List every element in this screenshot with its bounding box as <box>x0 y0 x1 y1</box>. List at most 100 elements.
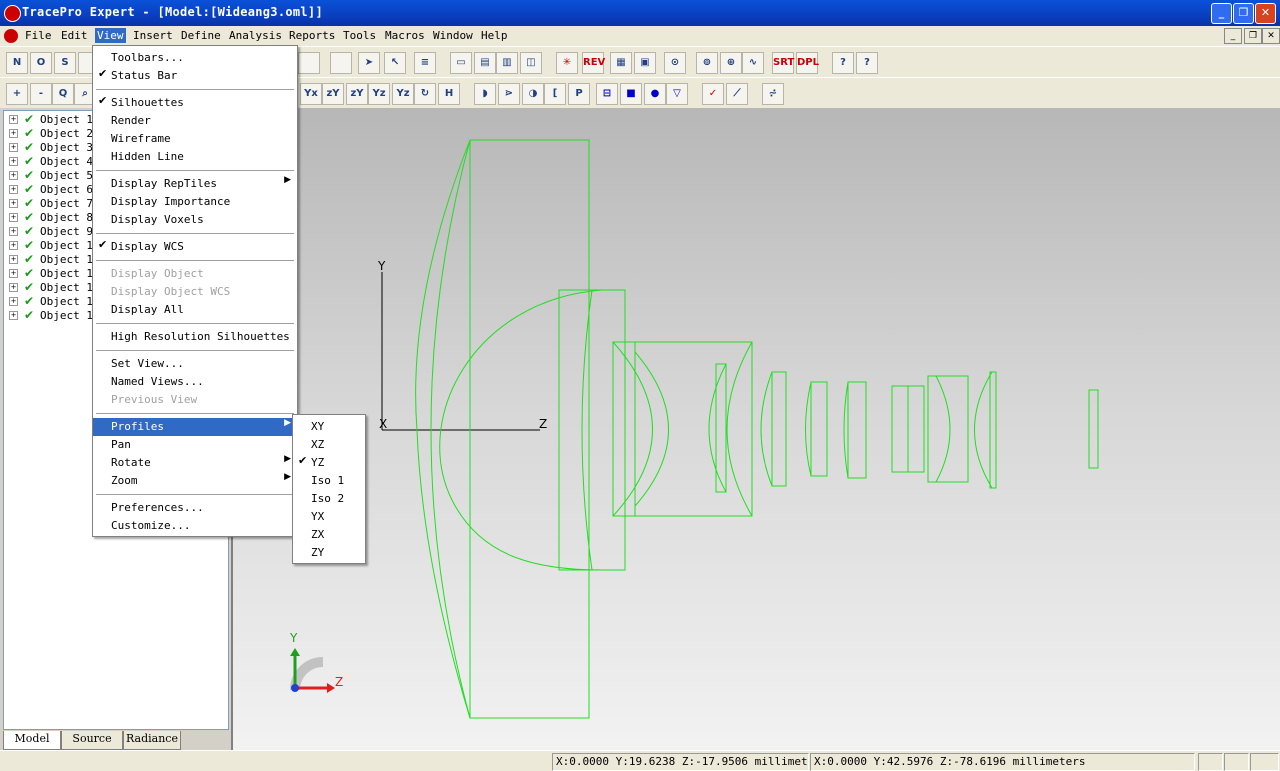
menu-item-set-view[interactable]: Set View... <box>93 355 297 373</box>
zoom-in-icon[interactable]: + <box>6 83 28 105</box>
menu-item-toolbars[interactable]: Toolbars... <box>93 49 297 67</box>
sphere-icon[interactable]: ● <box>644 83 666 105</box>
tab-model[interactable]: Model <box>3 731 61 750</box>
zoom-window-icon[interactable]: Q <box>52 83 74 105</box>
reflector-icon[interactable]: ▽ <box>666 83 688 105</box>
mdi-restore-button[interactable]: ❐ <box>1244 28 1262 44</box>
profile-iso-1[interactable]: Iso 1 <box>293 472 365 490</box>
menu-item-high-resolution-silhouettes[interactable]: High Resolution Silhouettes <box>93 328 297 346</box>
menu-item-silhouettes[interactable]: ✔ Silhouettes <box>93 94 297 112</box>
expand-icon[interactable]: + <box>9 297 18 306</box>
document-icon[interactable] <box>4 29 18 43</box>
mdi-minimize-button[interactable]: _ <box>1224 28 1242 44</box>
minimize-button[interactable]: _ <box>1211 3 1232 24</box>
expand-icon[interactable]: + <box>9 227 18 236</box>
expand-icon[interactable]: + <box>9 185 18 194</box>
element-icon[interactable]: ◑ <box>522 83 544 105</box>
menu-item-preferences[interactable]: Preferences... <box>93 499 297 517</box>
tracepro-app-icon[interactable] <box>4 5 21 22</box>
zoom-out-icon[interactable]: - <box>30 83 52 105</box>
menu-item-pan[interactable]: Pan <box>93 436 297 454</box>
menu-insert[interactable]: Insert <box>133 29 173 42</box>
menu-file[interactable]: File <box>25 29 52 42</box>
expand-icon[interactable]: + <box>9 255 18 264</box>
window-cascade-icon[interactable]: ▤ <box>474 52 496 74</box>
view-yz-icon[interactable]: Yz <box>368 83 390 105</box>
menu-analysis[interactable]: Analysis <box>229 29 282 42</box>
expand-icon[interactable]: + <box>9 269 18 278</box>
select-surface-icon[interactable]: ↖ <box>384 52 406 74</box>
menu-item-display-importance[interactable]: Display Importance <box>93 193 297 211</box>
close-button[interactable]: ✕ <box>1255 3 1276 24</box>
menu-define[interactable]: Define <box>181 29 221 42</box>
irradiance-map-icon[interactable]: ▣ <box>634 52 656 74</box>
bracket-icon[interactable]: [ <box>544 83 566 105</box>
profile-zy[interactable]: ZY <box>293 544 365 562</box>
menu-item-display-reptiles[interactable]: Display RepTiles ▶ <box>93 175 297 193</box>
select-arrow-icon[interactable]: ➤ <box>358 52 380 74</box>
window-single-icon[interactable]: ▭ <box>450 52 472 74</box>
menu-item-display-all[interactable]: Display All <box>93 301 297 319</box>
expand-icon[interactable]: + <box>9 115 18 124</box>
context-help-icon[interactable]: ? <box>856 52 878 74</box>
view-zy-iso-icon[interactable]: zY <box>346 83 368 105</box>
profile-yx[interactable]: YX <box>293 508 365 526</box>
source-icon[interactable]: ⊚ <box>696 52 718 74</box>
hide-icon[interactable]: H <box>438 83 460 105</box>
check-icon[interactable]: ✓ <box>702 83 724 105</box>
profile-zx[interactable]: ZX <box>293 526 365 544</box>
lens-icon[interactable]: ◗ <box>474 83 496 105</box>
view-yx-icon[interactable]: Yx <box>300 83 322 105</box>
open-folder-icon[interactable]: O <box>30 52 52 74</box>
help-icon[interactable]: ? <box>832 52 854 74</box>
menu-item-hidden-line[interactable]: Hidden Line <box>93 148 297 166</box>
expand-icon[interactable]: + <box>9 283 18 292</box>
prism-icon[interactable]: P <box>568 83 590 105</box>
menu-view[interactable]: View <box>95 28 126 43</box>
menu-item-display-wcs[interactable]: ✔ Display WCS <box>93 238 297 256</box>
menu-item-rotate[interactable]: Rotate ▶ <box>93 454 297 472</box>
menu-item-display-voxels[interactable]: Display Voxels <box>93 211 297 229</box>
maximize-button[interactable]: ❐ <box>1233 3 1254 24</box>
window-tile-vertical-icon[interactable]: ◫ <box>520 52 542 74</box>
menu-tools[interactable]: Tools <box>343 29 376 42</box>
menu-item-render[interactable]: Render <box>93 112 297 130</box>
view-yz-iso-icon[interactable]: Yz <box>392 83 414 105</box>
profile-xz[interactable]: XZ <box>293 436 365 454</box>
window-tile-horizontal-icon[interactable]: ▥ <box>496 52 518 74</box>
grid-icon[interactable]: ▦ <box>610 52 632 74</box>
menu-item-profiles[interactable]: Profiles ▶ <box>93 418 297 436</box>
display-rays-icon[interactable]: DPL <box>796 52 819 74</box>
save-icon[interactable]: S <box>54 52 76 74</box>
expand-icon[interactable]: + <box>9 157 18 166</box>
box-tool-icon[interactable] <box>330 52 352 74</box>
view-zy-icon[interactable]: zY <box>322 83 344 105</box>
mirror-icon[interactable]: ⋗ <box>498 83 520 105</box>
target-icon[interactable]: ⊙ <box>664 52 686 74</box>
menu-reports[interactable]: Reports <box>289 29 335 42</box>
profile-yz[interactable]: ✔ YZ <box>293 454 365 472</box>
menu-item-status-bar[interactable]: ✔ Status Bar <box>93 67 297 85</box>
new-file-icon[interactable]: N <box>6 52 28 74</box>
profile-xy[interactable]: XY <box>293 418 365 436</box>
tab-radiance[interactable]: Radiance <box>123 731 181 750</box>
expand-icon[interactable]: + <box>9 199 18 208</box>
tab-source[interactable]: Source <box>61 731 123 750</box>
menu-edit[interactable]: Edit <box>61 29 88 42</box>
crosshair-icon[interactable]: ⊕ <box>720 52 742 74</box>
surface-icon[interactable]: ⩫ <box>762 83 784 105</box>
rotate-view-icon[interactable]: ↻ <box>414 83 436 105</box>
menu-item-wireframe[interactable]: Wireframe <box>93 130 297 148</box>
menu-window[interactable]: Window <box>433 29 473 42</box>
expand-icon[interactable]: + <box>9 213 18 222</box>
sort-icon[interactable]: SRT <box>772 52 794 74</box>
expand-icon[interactable]: + <box>9 171 18 180</box>
model-viewport[interactable]: Y X Z Y Z <box>231 108 1280 750</box>
expand-icon[interactable]: + <box>9 241 18 250</box>
raytrace-icon[interactable]: ✳ <box>556 52 578 74</box>
menu-item-named-views[interactable]: Named Views... <box>93 373 297 391</box>
thin-sheet-icon[interactable]: ⊟ <box>596 83 618 105</box>
expand-icon[interactable]: + <box>9 143 18 152</box>
measure-icon[interactable]: ⟋ <box>726 83 748 105</box>
plot-icon[interactable]: ∿ <box>742 52 764 74</box>
